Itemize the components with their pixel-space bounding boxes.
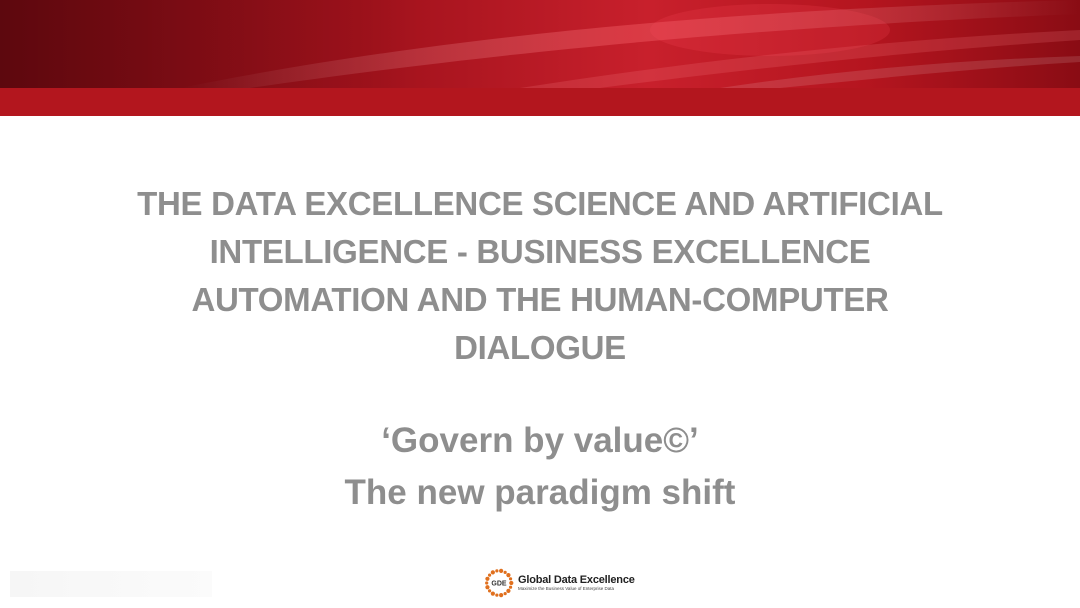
subtitle-paradigm-shift: The new paradigm shift xyxy=(344,473,736,512)
logo-text: Global Data Excellence Maximize the Busi… xyxy=(518,574,635,592)
subtitle-govern-by-value: ‘Govern by value©’ xyxy=(381,421,699,460)
logo-ring-dot xyxy=(509,580,514,586)
logo-ring-dot xyxy=(503,592,507,596)
logo-ring-dot xyxy=(485,576,490,581)
header-banner xyxy=(0,0,1080,88)
banner-swoosh-graphic xyxy=(0,0,1080,88)
logo-ring-dot xyxy=(490,570,495,575)
logo-ring-dot xyxy=(495,569,499,573)
company-logo: GDE Global Data Excellence Maximize the … xyxy=(484,566,635,600)
logo-ring-dot xyxy=(485,585,490,590)
logo-ring-dot xyxy=(506,588,511,594)
gde-circle-logo-icon: GDE xyxy=(485,568,514,598)
logo-ring-dot xyxy=(487,573,492,577)
logo-ring-dot xyxy=(508,585,513,589)
logo-ring-dot xyxy=(499,568,504,573)
logo-monogram: GDE xyxy=(491,581,507,588)
subtitle-block: ‘Govern by value©’ The new paradigm shif… xyxy=(190,415,890,519)
logo-ring-dot xyxy=(506,572,511,578)
logo-ring-dot xyxy=(490,591,495,596)
logo-ring-dot xyxy=(487,589,492,593)
header-stripe xyxy=(0,88,1080,116)
slide-title: THE DATA EXCELLENCE SCIENCE AND ARTIFICI… xyxy=(137,185,943,366)
logo-company-name: Global Data Excellence xyxy=(518,574,635,586)
logo-ring-dot xyxy=(495,593,499,597)
logo-ring-dot xyxy=(485,581,489,585)
slide: THE DATA EXCELLENCE SCIENCE AND ARTIFICI… xyxy=(0,0,1080,608)
footer-placeholder-box xyxy=(10,571,212,597)
logo-tagline: Maximize the Business Value of Enterpris… xyxy=(518,586,614,591)
logo-ring-dot xyxy=(503,570,507,574)
logo-ring-dot xyxy=(508,577,513,581)
title-block: THE DATA EXCELLENCE SCIENCE AND ARTIFICI… xyxy=(120,180,960,372)
logo-ring-dot xyxy=(499,593,504,598)
